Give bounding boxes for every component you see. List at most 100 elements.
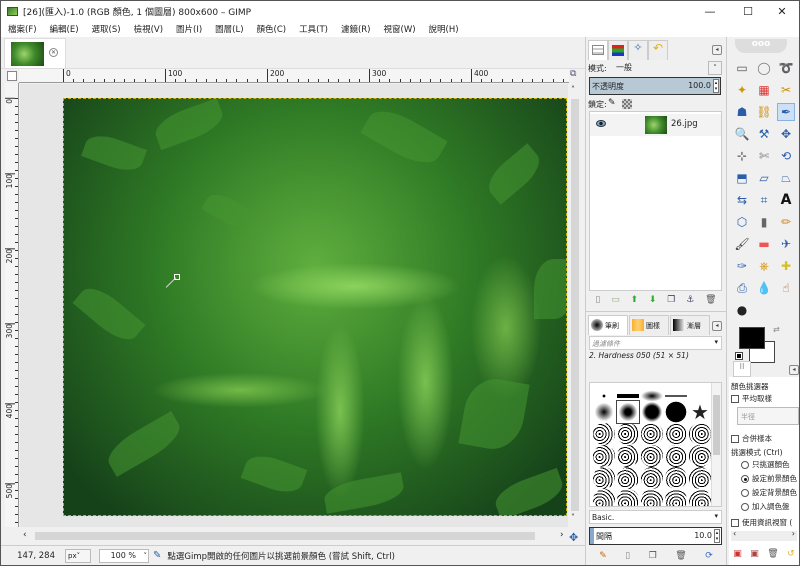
flip-tool-icon[interactable]: ⇆ xyxy=(733,191,751,209)
raise-layer-icon[interactable]: ⬆ xyxy=(631,295,639,305)
new-layer-icon[interactable]: ▯ xyxy=(595,295,600,305)
opacity-spinner[interactable]: ▴ ▾ xyxy=(713,79,719,93)
unit-select[interactable]: px˅ xyxy=(65,548,91,563)
brush-item[interactable] xyxy=(665,401,687,423)
edit-brush-icon[interactable]: ✎ xyxy=(599,551,607,561)
shear-tool-icon[interactable]: ▱ xyxy=(755,169,773,187)
scissors-select-tool-icon[interactable]: ✂ xyxy=(777,81,795,99)
delete-brush-icon[interactable]: 🗑 xyxy=(675,551,686,561)
perspective-clone-tool-icon[interactable]: ⎙ xyxy=(733,279,751,297)
maximize-button[interactable]: ☐ xyxy=(731,1,765,21)
blend-tool-icon[interactable]: ▮ xyxy=(755,213,773,231)
brush-item[interactable] xyxy=(593,423,615,445)
use-info-window-checkbox[interactable]: 使用資訊視窗 ( xyxy=(731,517,792,528)
brush-item[interactable] xyxy=(641,401,663,423)
layers-tab[interactable] xyxy=(588,40,608,60)
brush-item[interactable] xyxy=(689,445,711,467)
ink-tool-icon[interactable]: ✑ xyxy=(733,257,751,275)
restore-options-icon[interactable]: ▣ xyxy=(750,549,759,559)
new-layer-group-icon[interactable]: ▭ xyxy=(611,295,620,305)
duplicate-brush-icon[interactable]: ❐ xyxy=(649,551,657,561)
color-picker-tool-icon[interactable]: ✒ xyxy=(777,103,795,121)
brush-item[interactable] xyxy=(641,423,663,445)
pencil-tool-icon[interactable]: ✏ xyxy=(777,213,795,231)
mode-select[interactable]: 一般 ˅ xyxy=(616,61,722,75)
layer-row[interactable]: 26.jpg xyxy=(590,114,721,136)
horizontal-scrollbar[interactable]: ‹ › xyxy=(5,529,568,543)
new-brush-icon[interactable]: ▯ xyxy=(625,551,630,561)
mode-radio-set-bg[interactable]: 設定背景顏色 xyxy=(741,487,797,498)
swap-colors-icon[interactable]: ⇄ xyxy=(773,325,780,334)
ellipse-select-tool-icon[interactable]: ◯ xyxy=(755,59,773,77)
spacing-spinner[interactable]: ▴ ▾ xyxy=(714,529,720,543)
airbrush-tool-icon[interactable]: ✈ xyxy=(777,235,795,253)
brush-item[interactable] xyxy=(593,445,615,467)
brush-item[interactable] xyxy=(593,401,615,423)
scale-tool-icon[interactable]: ⬒ xyxy=(733,169,751,187)
image-tab[interactable]: ✕ xyxy=(4,38,66,68)
refresh-brushes-icon[interactable]: ⟳ xyxy=(705,551,713,561)
navigate-move-icon[interactable]: ✥ xyxy=(569,531,578,544)
undo-history-tab[interactable]: ↶ xyxy=(648,40,668,60)
anchor-layer-icon[interactable]: ⚓ xyxy=(686,295,694,305)
patterns-tab[interactable]: 圖樣 xyxy=(629,315,669,335)
eye-icon[interactable] xyxy=(596,120,606,127)
measure-tool-icon[interactable]: ⚒ xyxy=(755,125,773,143)
vertical-scrollbar[interactable]: ⧉ ˄ ˅ xyxy=(568,69,582,527)
lock-alpha-icon[interactable] xyxy=(622,99,632,109)
horizontal-ruler[interactable]: 0 100 200 300 400500600700 xyxy=(19,69,569,83)
scroll-left-arrow[interactable]: ‹ xyxy=(733,529,736,538)
smudge-tool-icon[interactable]: ☝ xyxy=(777,279,795,297)
fuzzy-select-tool-icon[interactable]: ✦ xyxy=(733,81,751,99)
channels-tab[interactable] xyxy=(608,40,628,60)
gradients-tab[interactable]: 漸層 xyxy=(670,315,710,335)
scrollbar-thumb[interactable] xyxy=(571,99,579,511)
save-options-icon[interactable]: ▣ xyxy=(733,549,742,559)
eraser-tool-icon[interactable]: ▬ xyxy=(755,235,773,253)
default-colors-icon[interactable] xyxy=(735,352,743,360)
brush-item[interactable] xyxy=(593,467,615,489)
brush-item[interactable] xyxy=(641,489,663,506)
scroll-right-arrow[interactable]: › xyxy=(560,530,564,540)
panel-menu-button[interactable]: ◂ xyxy=(712,321,722,331)
blur-tool-icon[interactable]: 💧 xyxy=(755,279,773,297)
fern-photo[interactable] xyxy=(63,98,567,516)
brushes-tab[interactable]: 筆刷 xyxy=(588,315,628,335)
navigate-icon[interactable]: ⧉ xyxy=(570,69,576,79)
brush-item[interactable] xyxy=(593,489,615,506)
clone-tool-icon[interactable]: ⎈ xyxy=(755,257,773,275)
brush-filter-input[interactable]: 過濾條件 ▾ xyxy=(589,336,722,350)
move-tool-icon[interactable]: ✥ xyxy=(777,125,795,143)
menu-edit[interactable]: 編輯(E) xyxy=(43,23,85,35)
mode-radio-pick-only[interactable]: 只挑選顏色 xyxy=(741,459,790,470)
menu-select[interactable]: 選取(S) xyxy=(85,23,127,35)
panel-menu-button[interactable]: ◂ xyxy=(712,45,722,55)
sample-average-checkbox[interactable]: 平均取樣 xyxy=(731,393,772,404)
scroll-up-arrow[interactable]: ˄ xyxy=(571,85,575,94)
layer-list[interactable]: 26.jpg xyxy=(589,111,722,291)
crop-tool-icon[interactable]: ✄ xyxy=(755,147,773,165)
menu-tools[interactable]: 工具(T) xyxy=(292,23,334,35)
brush-item[interactable] xyxy=(617,489,639,506)
heal-tool-icon[interactable]: ✚ xyxy=(777,257,795,275)
select-by-color-tool-icon[interactable]: ▦ xyxy=(755,81,773,99)
cage-transform-tool-icon[interactable]: ⌗ xyxy=(755,191,773,209)
close-icon[interactable]: ✕ xyxy=(49,48,58,57)
sample-merged-checkbox[interactable]: 合併樣本 xyxy=(731,433,772,444)
delete-layer-icon[interactable]: 🗑 xyxy=(705,295,716,305)
menu-file[interactable]: 檔案(F) xyxy=(1,23,43,35)
quick-mask-toggle[interactable] xyxy=(7,71,17,81)
transform-tool-icon[interactable]: ⟲ xyxy=(777,147,795,165)
dodge-burn-tool-icon[interactable]: ● xyxy=(733,301,751,319)
rect-select-tool-icon[interactable]: ▭ xyxy=(733,59,751,77)
paths-select-tool-icon[interactable]: ⛓ xyxy=(755,103,773,121)
brush-grid-scrollbar[interactable] xyxy=(711,383,721,506)
minimize-button[interactable]: — xyxy=(693,1,727,21)
tool-options-hscrollbar[interactable]: › ‹ xyxy=(731,529,797,541)
brush-item[interactable] xyxy=(665,445,687,467)
radius-input[interactable]: 半徑 xyxy=(737,407,799,425)
brush-item[interactable] xyxy=(641,467,663,489)
text-tool-icon[interactable]: A xyxy=(777,191,795,209)
spacing-slider[interactable]: 間隔 10.0 ▴ ▾ xyxy=(589,527,722,545)
close-button[interactable]: ✕ xyxy=(765,1,799,21)
